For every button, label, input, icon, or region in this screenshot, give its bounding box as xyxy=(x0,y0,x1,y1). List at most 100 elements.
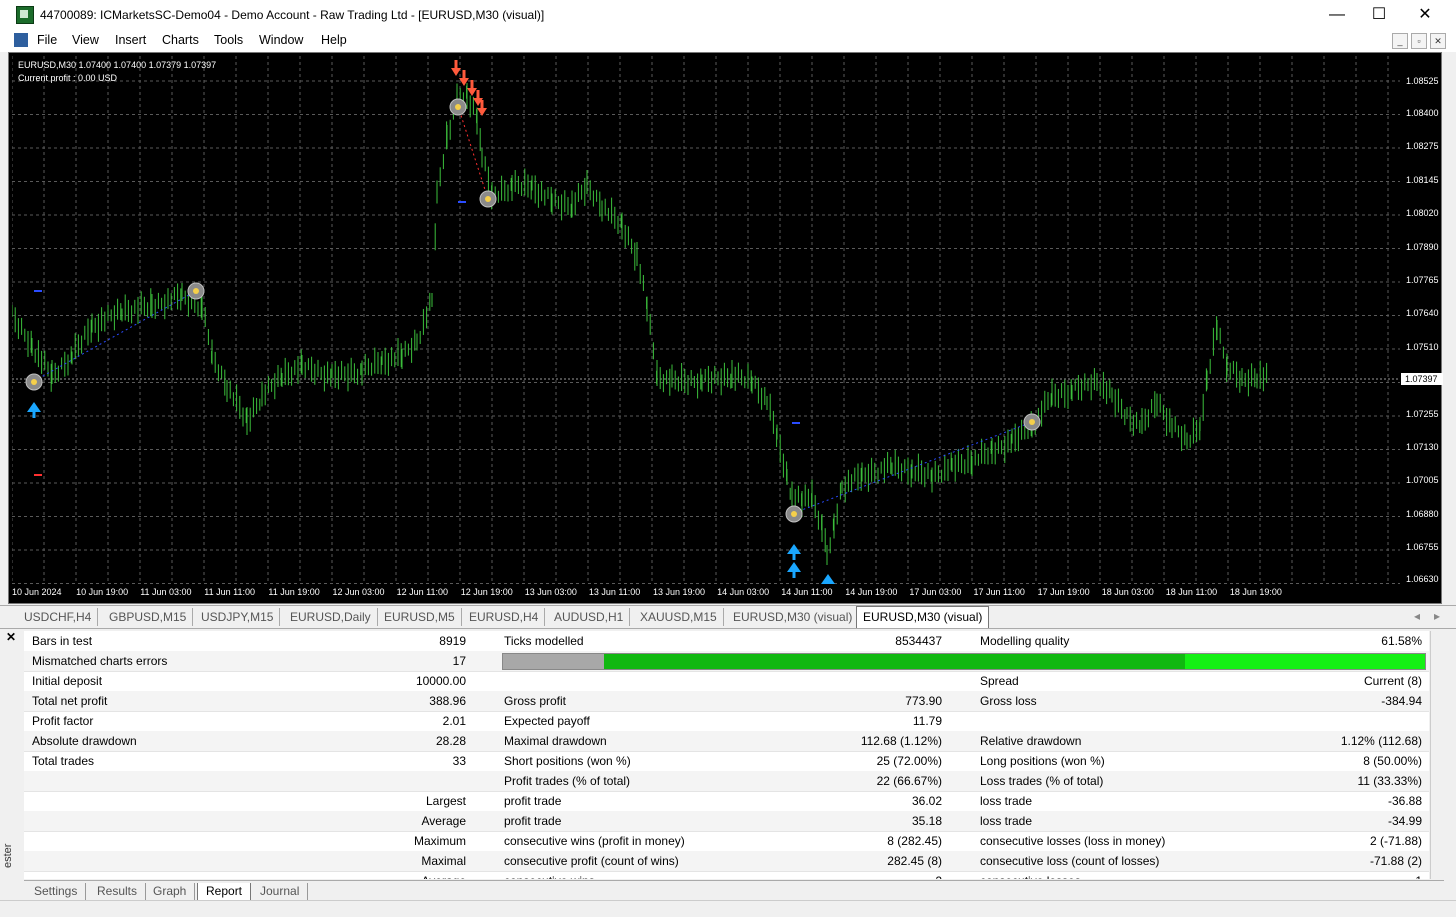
chart-info: EURUSD,M30 1.07400 1.07400 1.07379 1.073… xyxy=(18,59,216,85)
current-profit: Current profit : 0.00 USD xyxy=(18,73,118,83)
price-chart[interactable] xyxy=(12,56,1400,584)
table-cell: Profit factor xyxy=(32,714,94,728)
table-cell: 61.58% xyxy=(1381,634,1422,648)
table-cell: Expected payoff xyxy=(504,714,590,728)
menu-view[interactable]: View xyxy=(72,33,99,47)
tab-audusd-h1[interactable]: AUDUSD,H1 xyxy=(548,608,631,626)
time-tick-label: 11 Jun 03:00 xyxy=(140,587,192,597)
price-tick-label: 1.06630 xyxy=(1406,574,1439,584)
trade-line xyxy=(457,105,489,200)
table-cell: Absolute drawdown xyxy=(32,734,137,748)
time-tick-label: 14 Jun 03:00 xyxy=(717,587,770,597)
table-cell: 1 xyxy=(1222,874,1422,879)
tab-graph[interactable]: Graph xyxy=(145,883,196,900)
table-cell: Largest xyxy=(425,794,466,808)
app-icon xyxy=(16,6,34,24)
table-cell: Maximal drawdown xyxy=(504,734,607,748)
table-cell: Maximal xyxy=(421,854,466,868)
menu-file[interactable]: File xyxy=(37,33,57,47)
tab-gbpusd-m15[interactable]: GBPUSD,M15 xyxy=(103,608,194,626)
price-tick-label: 1.07640 xyxy=(1406,308,1439,318)
table-cell: 8 (50.00%) xyxy=(1363,754,1422,768)
tab-eurusd-h4[interactable]: EURUSD,H4 xyxy=(463,608,546,626)
tab-scroll-left-icon[interactable]: ◂ xyxy=(1414,609,1420,623)
table-cell: Average xyxy=(264,874,466,879)
table-cell: 28.28 xyxy=(435,734,466,748)
price-tick-label: 1.07890 xyxy=(1406,242,1439,252)
tab-scroll-right-icon[interactable]: ▸ xyxy=(1434,609,1440,623)
table-cell: Mismatched charts errors xyxy=(32,654,168,668)
tab-eurusd-m5[interactable]: EURUSD,M5 xyxy=(378,608,462,626)
trade-marker-dot xyxy=(193,288,199,294)
mdi-minimize-icon[interactable]: _ xyxy=(1392,33,1408,49)
table-row: Maximal consecutive profit (count of wins… xyxy=(24,851,1429,872)
side-label: ester xyxy=(2,843,14,868)
price-tick-label: 1.08020 xyxy=(1406,208,1439,218)
table-cell: Gross loss xyxy=(980,694,1037,708)
sell-arrow-icon xyxy=(477,108,487,116)
tab-usdjpy-m15[interactable]: USDJPY,M15 xyxy=(195,608,281,626)
table-row: Absolute drawdown 28.28 Maximal drawdown 11… xyxy=(24,731,1429,752)
tab-xauusd-m15[interactable]: XAUUSD,M15 xyxy=(634,608,724,626)
time-tick-label: 18 Jun 03:00 xyxy=(1101,587,1154,597)
table-row: Average profit trade 35.18 loss trade -34.99 xyxy=(24,811,1429,832)
close-button[interactable]: ✕ xyxy=(1402,0,1448,30)
time-tick-label: 17 Jun 19:00 xyxy=(1037,587,1090,597)
time-tick-label: 11 Jun 11:00 xyxy=(204,587,256,597)
table-cell: Loss trades (% of total) xyxy=(980,774,1104,788)
time-tick-label: 17 Jun 03:00 xyxy=(909,587,962,597)
table-cell: Current (8) xyxy=(1363,674,1422,688)
document-icon xyxy=(14,33,28,47)
table-row: Maximum consecutive wins (profit in money… xyxy=(24,831,1429,852)
table-cell: Modelling quality xyxy=(980,634,1070,648)
time-tick-label: 17 Jun 11:00 xyxy=(973,587,1025,597)
trade-line xyxy=(793,421,1033,514)
menu-insert[interactable]: Insert xyxy=(115,33,146,47)
tab-report[interactable]: Report xyxy=(197,883,252,901)
table-row: Largest profit trade 36.02 loss trade -36.88 xyxy=(24,791,1429,812)
maximize-button[interactable]: ☐ xyxy=(1356,0,1402,30)
time-tick-label: 13 Jun 19:00 xyxy=(653,587,706,597)
table-cell: Maximum xyxy=(413,834,466,848)
mdi-close-icon[interactable]: ✕ xyxy=(1430,33,1446,49)
report-scrollbar[interactable] xyxy=(1430,631,1445,879)
trade-marker-dot xyxy=(1029,419,1035,425)
tab-usdchf-h4[interactable]: USDCHF,H4 xyxy=(18,608,99,626)
table-cell: consecutive losses xyxy=(980,874,1081,879)
tab-eurusd-m30-visual[interactable]: EURUSD,M30 (visual) xyxy=(727,608,860,626)
price-tick-label: 1.07005 xyxy=(1406,475,1439,485)
tab-eurusd-daily[interactable]: EURUSD,Daily xyxy=(284,608,378,626)
menu-help[interactable]: Help xyxy=(321,33,347,47)
table-cell: profit trade xyxy=(504,814,562,828)
table-row: Bars in test 8919 Ticks modelled 8534437 Mod… xyxy=(24,631,1429,652)
close-icon[interactable]: ✕ xyxy=(6,630,16,644)
chart-tabs: USDCHF,H4 GBPUSD,M15 USDJPY,M15 EURUSD,D… xyxy=(0,605,1456,629)
table-cell: consecutive losses (loss in money) xyxy=(980,834,1166,848)
minimize-button[interactable]: — xyxy=(1314,0,1360,30)
table-cell: 33 xyxy=(452,754,466,768)
table-cell: Relative drawdown xyxy=(980,734,1082,748)
tab-journal[interactable]: Journal xyxy=(252,883,309,900)
menu-tools[interactable]: Tools xyxy=(214,33,243,47)
mdi-restore-icon[interactable]: ▫ xyxy=(1411,33,1427,49)
time-tick-label: 10 Jun 19:00 xyxy=(76,587,129,597)
trade-marker-dot xyxy=(455,104,461,110)
menu-bar: File View Insert Charts Tools Window Hel… xyxy=(0,30,1456,52)
table-cell: 112.68 (1.12%) xyxy=(860,734,942,748)
table-cell: consecutive loss (count of losses) xyxy=(980,854,1160,868)
menu-charts[interactable]: Charts xyxy=(162,33,199,47)
table-cell: -34.99 xyxy=(1387,814,1422,828)
table-cell: consecutive wins xyxy=(504,874,595,879)
table-cell: 35.18 xyxy=(911,814,942,828)
tab-eurusd-m30-visual-active[interactable]: EURUSD,M30 (visual) xyxy=(856,606,990,628)
table-cell: Bars in test xyxy=(32,634,93,648)
menu-window[interactable]: Window xyxy=(259,33,303,47)
tab-results[interactable]: Results xyxy=(89,883,147,900)
table-cell: Gross profit xyxy=(504,694,567,708)
price-tick-label: 1.08275 xyxy=(1406,141,1439,151)
table-row: Initial deposit 10000.00 Spread Current (8) xyxy=(24,671,1429,692)
table-cell: Initial deposit xyxy=(32,674,103,688)
tab-settings[interactable]: Settings xyxy=(26,883,87,900)
time-tick-label: 13 Jun 11:00 xyxy=(588,587,641,597)
modelling-quality-bar xyxy=(502,653,1426,670)
